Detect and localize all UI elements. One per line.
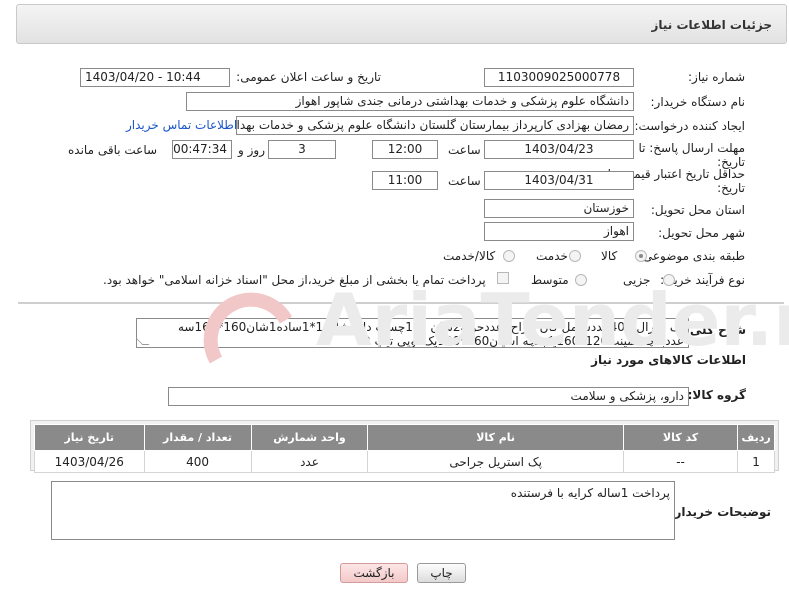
buyer-org-field: دانشگاه علوم پزشکی و خدمات بهداشتی درمان… — [186, 92, 634, 111]
cell-row: 1 — [737, 450, 775, 473]
deadline-time-label: ساعت — [448, 143, 481, 157]
section-divider — [18, 302, 784, 304]
process-radio-minor[interactable] — [663, 274, 675, 286]
province-label: استان محل تحویل: — [650, 203, 745, 217]
requester-label: ایجاد کننده درخواست: — [634, 119, 745, 133]
deadline-time-field: 12:00 — [372, 140, 438, 159]
process-option-medium: متوسط — [531, 273, 569, 287]
days-remaining-field: 3 — [268, 140, 336, 159]
validity-time-field: 11:00 — [372, 171, 438, 190]
treasury-payment-note: پرداخت تمام یا بخشی از مبلغ خرید،از محل … — [103, 273, 486, 287]
need-number-field: 1103009025000778 — [484, 68, 634, 87]
page-title: جزئیات اطلاعات نیاز — [651, 18, 772, 32]
city-label: شهر محل تحویل: — [658, 226, 745, 240]
validity-date-field: 1403/04/31 — [484, 171, 634, 190]
validity-label-2: تاریخ: — [717, 181, 745, 195]
buyer-org-label: نام دستگاه خریدار: — [650, 95, 746, 109]
requester-field: رمضان بهزادی کارپرداز بیمارستان گلستان د… — [236, 116, 634, 135]
remaining-time-field: 00:47:34 — [172, 140, 232, 159]
category-radio-goods[interactable] — [635, 250, 647, 262]
process-radio-medium[interactable] — [575, 274, 587, 286]
province-field: خوزستان — [484, 199, 634, 218]
category-label: طبقه بندی موضوعی: — [638, 249, 745, 263]
announce-date-field: 1403/04/20 - 10:44 — [80, 68, 230, 87]
cell-qty: 400 — [143, 450, 252, 473]
cell-date: 1403/04/26 — [34, 450, 145, 473]
resize-handle-icon[interactable] — [137, 338, 150, 345]
remaining-time-label: ساعت باقی مانده — [68, 143, 158, 157]
col-name: نام کالا — [367, 424, 624, 451]
days-label: روز و — [238, 143, 265, 157]
city-field: اهواز — [484, 222, 634, 241]
back-button[interactable]: بازگشت — [340, 563, 408, 583]
buyer-notes-text: پرداخت 1ساله کرایه با فرستنده — [510, 486, 670, 500]
buyer-notes-field: پرداخت 1ساله کرایه با فرستنده — [51, 481, 675, 540]
cell-code: -- — [622, 450, 739, 473]
col-row: ردیف — [737, 424, 775, 451]
watermark: AriaTender.net — [203, 278, 789, 364]
goods-group-label: گروه کالا: — [687, 388, 746, 402]
process-option-minor: جزیی — [623, 273, 651, 287]
col-date: تاریخ نیاز — [34, 424, 145, 451]
cell-unit: عدد — [250, 450, 369, 473]
category-option-goods-service: کالا/خدمت — [443, 249, 496, 263]
header-panel: جزئیات اطلاعات نیاز — [16, 4, 787, 44]
validity-time-label: ساعت — [448, 174, 481, 188]
col-qty: تعداد / مقدار — [143, 424, 252, 451]
announce-date-label: تاریخ و ساعت اعلان عمومی: — [236, 70, 381, 84]
goods-group-field: دارو، پزشکی و سلامت — [168, 387, 689, 406]
goods-section-title: اطلاعات کالاهای مورد نیاز — [591, 353, 746, 367]
category-radio-service[interactable] — [569, 250, 581, 262]
deadline-date-field: 1403/04/23 — [484, 140, 634, 159]
description-field: پک جنرال 400عددشامل گان جراح2عددحوله2شان… — [136, 318, 689, 348]
table-row: 1 -- پک استریل جراحی عدد 400 1403/04/26 — [34, 450, 775, 473]
deadline-label: مهلت ارسال پاسخ: تا — [638, 141, 745, 155]
need-number-label: شماره نیاز: — [688, 70, 745, 84]
buyer-notes-label: توضیحات خریدار: — [669, 505, 771, 519]
goods-table-header: ردیف کد کالا نام کالا واحد شمارش تعداد /… — [34, 424, 775, 451]
category-radio-goods-service[interactable] — [503, 250, 515, 262]
description-text: پک جنرال 400عددشامل گان جراح2عددحوله2شان… — [177, 320, 684, 348]
col-code: کد کالا — [622, 424, 739, 451]
col-unit: واحد شمارش — [250, 424, 369, 451]
buyer-contact-link[interactable]: اطلاعات تماس خریدار — [126, 118, 237, 132]
category-option-service: خدمت — [536, 249, 568, 263]
treasury-payment-checkbox[interactable] — [497, 272, 509, 284]
category-option-goods: کالا — [601, 249, 618, 263]
cell-name: پک استریل جراحی — [367, 450, 624, 473]
goods-table: ردیف کد کالا نام کالا واحد شمارش تعداد /… — [34, 424, 775, 473]
print-button[interactable]: چاپ — [417, 563, 466, 583]
